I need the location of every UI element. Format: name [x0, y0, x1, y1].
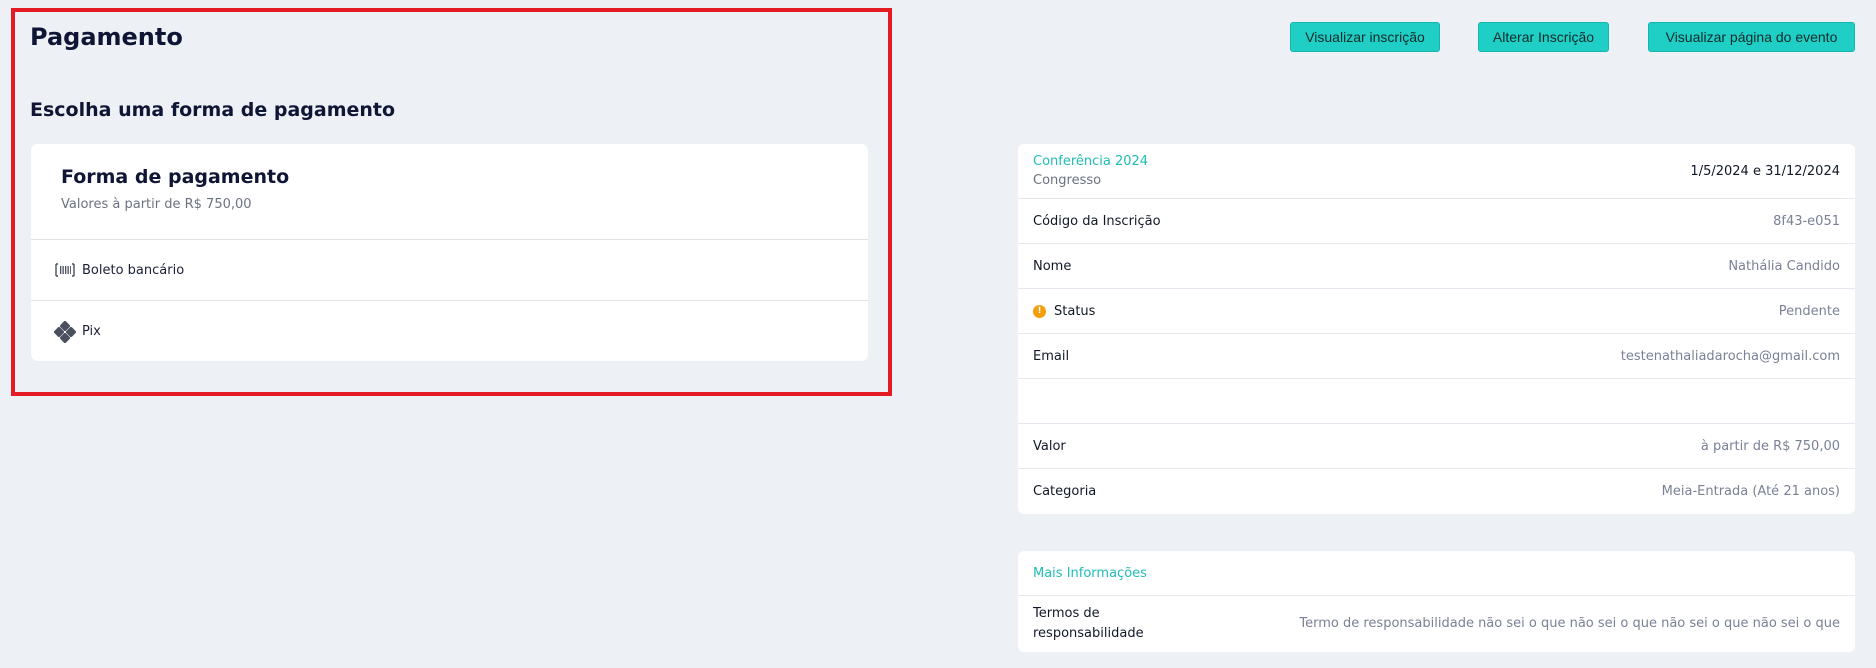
detail-row-name: Nome Nathália Candido	[1018, 244, 1855, 289]
detail-label: Valor	[1033, 438, 1066, 454]
detail-label: Status	[1054, 303, 1096, 319]
barcode-icon	[54, 259, 76, 281]
detail-label: Nome	[1033, 258, 1072, 274]
payment-card-title: Forma de pagamento	[61, 166, 290, 188]
payment-option-label: Pix	[82, 324, 101, 339]
terms-value: Termo de responsabilidade não sei o que …	[1299, 616, 1840, 631]
detail-value: à partir de R$ 750,00	[1700, 438, 1840, 454]
payment-method-card: Forma de pagamento Valores à partir de R…	[31, 144, 868, 361]
detail-row-category: Categoria Meia-Entrada (Até 21 anos)	[1018, 469, 1855, 514]
warning-icon: !	[1033, 304, 1046, 318]
more-info-card: Mais Informações Termos de responsabilid…	[1018, 551, 1855, 652]
status-value: Pendente	[1778, 303, 1840, 319]
payment-option-label: Boleto bancário	[82, 262, 185, 278]
detail-value: testenathaliadarocha@gmail.com	[1620, 348, 1840, 364]
more-info-title: Mais Informações	[1018, 551, 1855, 596]
payment-card-subtitle: Valores à partir de R$ 750,00	[61, 197, 252, 212]
detail-row-email: Email testenathaliadarocha@gmail.com	[1018, 334, 1855, 379]
payment-card-header: Forma de pagamento Valores à partir de R…	[31, 144, 868, 240]
event-name: Conferência 2024	[1033, 154, 1149, 169]
detail-row-value: Valor à partir de R$ 750,00	[1018, 424, 1855, 469]
detail-label: Código da Inscrição	[1033, 213, 1161, 229]
page-title: Pagamento	[30, 23, 183, 51]
section-title: Escolha uma forma de pagamento	[30, 99, 396, 121]
detail-value: 8f43-e051	[1773, 213, 1840, 229]
payment-page: Pagamento Escolha uma forma de pagamento…	[0, 0, 1876, 668]
payment-option-pix[interactable]: Pix	[31, 301, 868, 362]
detail-row-code: Código da Inscrição 8f43-e051	[1018, 199, 1855, 244]
detail-label: Email	[1033, 348, 1070, 364]
detail-label: Categoria	[1033, 484, 1097, 499]
change-registration-button[interactable]: Alterar Inscrição	[1478, 22, 1609, 52]
detail-row-status: ! Status Pendente	[1018, 289, 1855, 334]
terms-label: Termos de responsabilidade	[1033, 605, 1144, 641]
terms-row: Termos de responsabilidade Termo de resp…	[1018, 596, 1855, 651]
detail-row-empty	[1018, 379, 1855, 424]
detail-value: Nathália Candido	[1728, 258, 1840, 274]
payment-option-boleto[interactable]: Boleto bancário	[31, 240, 868, 301]
view-event-page-button[interactable]: Visualizar página do evento	[1648, 22, 1855, 52]
registration-details-card: Conferência 2024 Congresso 1/5/2024 e 31…	[1018, 144, 1855, 514]
event-dates: 1/5/2024 e 31/12/2024	[1690, 163, 1840, 179]
event-info: Conferência 2024 Congresso	[1033, 154, 1148, 188]
pix-icon	[54, 320, 76, 343]
status-label: ! Status	[1033, 304, 1095, 319]
event-type: Congresso	[1033, 173, 1102, 188]
view-registration-button[interactable]: Visualizar inscrição	[1290, 22, 1440, 52]
event-row: Conferência 2024 Congresso 1/5/2024 e 31…	[1018, 144, 1855, 199]
detail-value: Meia-Entrada (Até 21 anos)	[1661, 484, 1840, 499]
